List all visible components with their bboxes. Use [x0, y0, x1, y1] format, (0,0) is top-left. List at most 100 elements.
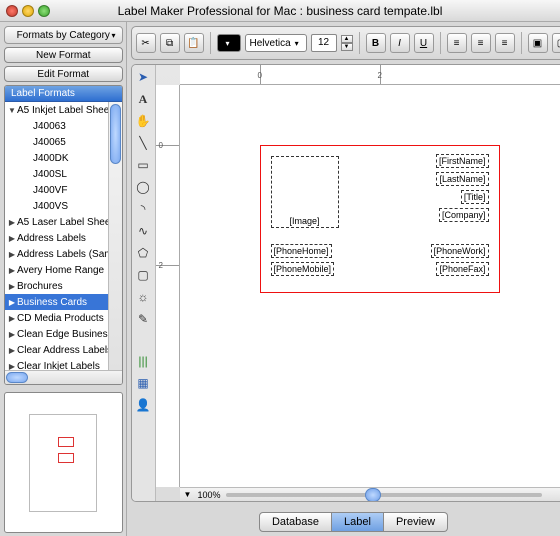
tree-a5-laser[interactable]: ▶A5 Laser Label Sheets	[5, 214, 122, 230]
align-right-button[interactable]: ≡	[495, 33, 515, 53]
tab-label[interactable]: Label	[332, 512, 384, 532]
vertical-ruler: 0 2	[156, 85, 180, 487]
chevron-down-icon: ▾	[112, 31, 116, 40]
step-up-icon[interactable]: ▲	[341, 35, 353, 43]
field-phonefax[interactable]: [PhoneFax]	[436, 262, 488, 276]
field-title[interactable]: [Title]	[461, 190, 489, 204]
tree-business-cards[interactable]: ▶Business Cards	[5, 294, 122, 310]
bold-button[interactable]: B	[366, 33, 386, 53]
clipboard-icon: 📋	[187, 38, 199, 49]
preview-label-1	[58, 437, 74, 447]
selection-tool[interactable]: ➤	[135, 69, 151, 85]
eyedropper-tool[interactable]: ✎	[135, 311, 151, 327]
minimize-window-button[interactable]	[22, 5, 34, 17]
tab-database[interactable]: Database	[259, 512, 332, 532]
field-company[interactable]: [Company]	[439, 208, 489, 222]
text-tool[interactable]: A	[135, 91, 151, 107]
field-phonehome[interactable]: [PhoneHome]	[271, 244, 332, 258]
paste-button[interactable]: 📋	[184, 33, 204, 53]
cut-button[interactable]: ✂	[136, 33, 156, 53]
image-tool[interactable]: 👤	[135, 397, 151, 413]
field-image[interactable]: [Image]	[271, 156, 339, 228]
tree-clean-edge[interactable]: ▶Clean Edge Business	[5, 326, 122, 342]
tree-scrollbar[interactable]	[108, 102, 122, 384]
disclosure-right-icon: ▶	[7, 330, 17, 339]
tree-j400sl[interactable]: J400SL	[5, 166, 122, 182]
canvas-wrap: 0 2 0 2 [Image] [FirstName] [LastName] […	[156, 65, 560, 501]
label-outline: [Image] [FirstName] [LastName] [Title] […	[260, 145, 500, 293]
new-format-button[interactable]: New Format	[4, 47, 123, 63]
send-back-button[interactable]: ▢	[552, 33, 560, 53]
disclosure-right-icon: ▶	[7, 266, 17, 275]
tree-j400vf[interactable]: J400VF	[5, 182, 122, 198]
scissors-icon: ✂	[141, 38, 149, 49]
scroll-thumb[interactable]	[6, 372, 28, 383]
font-family-dropdown[interactable]: Helvetica▾	[245, 34, 307, 52]
barcode-tool[interactable]: |||	[135, 353, 151, 369]
left-sidebar: Formats by Category ▾ New Format Edit Fo…	[0, 22, 126, 536]
tree-j400dk[interactable]: J400DK	[5, 150, 122, 166]
tab-preview[interactable]: Preview	[384, 512, 448, 532]
slider-knob[interactable]	[365, 488, 381, 502]
preview-label-2	[58, 453, 74, 463]
copy-button[interactable]: ⧉	[160, 33, 180, 53]
zoom-slider[interactable]	[226, 493, 541, 497]
star-tool[interactable]: ☼	[135, 289, 151, 305]
underline-button[interactable]: U	[414, 33, 434, 53]
bring-front-icon: ▣	[533, 38, 542, 49]
tree-a5-inkjet[interactable]: ▼A5 Inkjet Label Sheets	[5, 102, 122, 118]
tree-j400vs[interactable]: J400VS	[5, 198, 122, 214]
font-size-field[interactable]: 12	[311, 34, 337, 52]
align-left-button[interactable]: ≡	[447, 33, 467, 53]
tree-clear-addr[interactable]: ▶Clear Address Labels	[5, 342, 122, 358]
rect-tool[interactable]: ▭	[135, 157, 151, 173]
text-color-swatch[interactable]: ▾	[217, 34, 241, 52]
database-field-tool[interactable]: ▦	[135, 375, 151, 391]
font-size-stepper[interactable]: ▲▼	[341, 35, 353, 51]
field-lastname[interactable]: [LastName]	[436, 172, 488, 186]
scroll-thumb[interactable]	[110, 104, 121, 164]
curve-tool[interactable]: ∿	[135, 223, 151, 239]
tree-brochures[interactable]: ▶Brochures	[5, 278, 122, 294]
align-center-button[interactable]: ≡	[471, 33, 491, 53]
tree-cd-media[interactable]: ▶CD Media Products	[5, 310, 122, 326]
bring-front-button[interactable]: ▣	[528, 33, 548, 53]
tree-address-sams[interactable]: ▶Address Labels (Sam's	[5, 246, 122, 262]
copy-icon: ⧉	[166, 38, 173, 49]
formats-by-category-dropdown[interactable]: Formats by Category ▾	[4, 26, 123, 44]
roundrect-tool[interactable]: ▢	[135, 267, 151, 283]
edit-format-button[interactable]: Edit Format	[4, 66, 123, 82]
canvas-hscrollbar[interactable]: ▼ 100%	[180, 487, 560, 501]
step-down-icon[interactable]: ▼	[341, 43, 353, 51]
arc-tool[interactable]: ◝	[135, 201, 151, 217]
tree-avery[interactable]: ▶Avery Home Range	[5, 262, 122, 278]
tree-j40063[interactable]: J40063	[5, 118, 122, 134]
zoom-window-button[interactable]	[38, 5, 50, 17]
disclosure-right-icon: ▶	[7, 346, 17, 355]
tree-clear-inkjet[interactable]: ▶Clear Inkjet Labels	[5, 358, 122, 370]
disclosure-right-icon: ▶	[7, 282, 17, 291]
disclosure-right-icon: ▶	[7, 250, 17, 259]
disclosure-right-icon: ▶	[7, 314, 17, 323]
design-canvas[interactable]: [Image] [FirstName] [LastName] [Title] […	[180, 85, 560, 487]
chevron-down-icon: ▾	[226, 39, 230, 48]
polygon-tool[interactable]: ⬠	[135, 245, 151, 261]
tree-hscrollbar[interactable]	[5, 370, 122, 384]
tree-j40065[interactable]: J40065	[5, 134, 122, 150]
zoom-down-icon[interactable]: ▼	[184, 490, 192, 499]
pan-tool[interactable]: ✋	[135, 113, 151, 129]
label-formats-tree[interactable]: ▼A5 Inkjet Label Sheets J40063 J40065 J4…	[5, 102, 122, 370]
ellipse-tool[interactable]: ◯	[135, 179, 151, 195]
field-phonemobile[interactable]: [PhoneMobile]	[271, 262, 335, 276]
italic-button[interactable]: I	[390, 33, 410, 53]
close-window-button[interactable]	[6, 5, 18, 17]
view-tabs: Database Label Preview	[127, 508, 560, 536]
formats-by-category-label: Formats by Category	[17, 30, 110, 41]
chevron-down-icon: ▾	[295, 39, 299, 48]
field-phonework[interactable]: [PhoneWork]	[431, 244, 489, 258]
field-firstname[interactable]: [FirstName]	[436, 154, 489, 168]
line-tool[interactable]: ╲	[135, 135, 151, 151]
tree-address[interactable]: ▶Address Labels	[5, 230, 122, 246]
traffic-lights	[6, 5, 50, 17]
separator	[210, 32, 211, 54]
